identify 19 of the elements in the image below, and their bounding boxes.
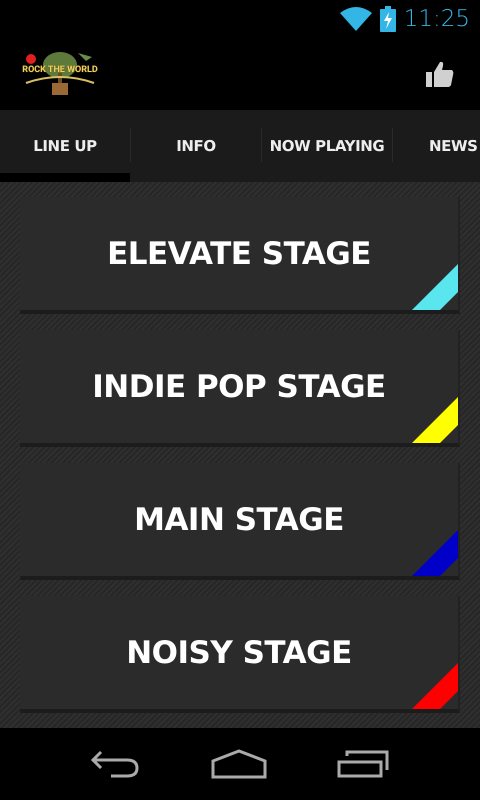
status-time: 11:25 bbox=[404, 6, 470, 32]
tab[interactable]: NOW PLAYING bbox=[262, 110, 392, 182]
stage-card[interactable]: MAIN STAGE bbox=[20, 463, 460, 580]
stage-card[interactable]: INDIE POP STAGE bbox=[20, 330, 460, 447]
back-icon[interactable] bbox=[91, 750, 141, 778]
color-stripe bbox=[412, 264, 458, 310]
battery-icon bbox=[380, 6, 396, 32]
color-stripe bbox=[412, 397, 458, 443]
home-icon[interactable] bbox=[211, 749, 267, 779]
tab[interactable]: NEWS bbox=[393, 110, 480, 182]
stage-card[interactable]: ELEVATE STAGE bbox=[20, 197, 460, 314]
color-stripe bbox=[412, 663, 458, 709]
wifi-icon bbox=[340, 7, 372, 31]
thumbs-up-icon[interactable] bbox=[426, 60, 454, 88]
recent-apps-icon[interactable] bbox=[337, 750, 389, 778]
logo-text: ROCK THE WORLD bbox=[21, 65, 99, 75]
tab[interactable]: INFO bbox=[131, 110, 261, 182]
stage-card[interactable]: NOISY STAGE bbox=[20, 596, 460, 713]
color-stripe bbox=[412, 530, 458, 576]
